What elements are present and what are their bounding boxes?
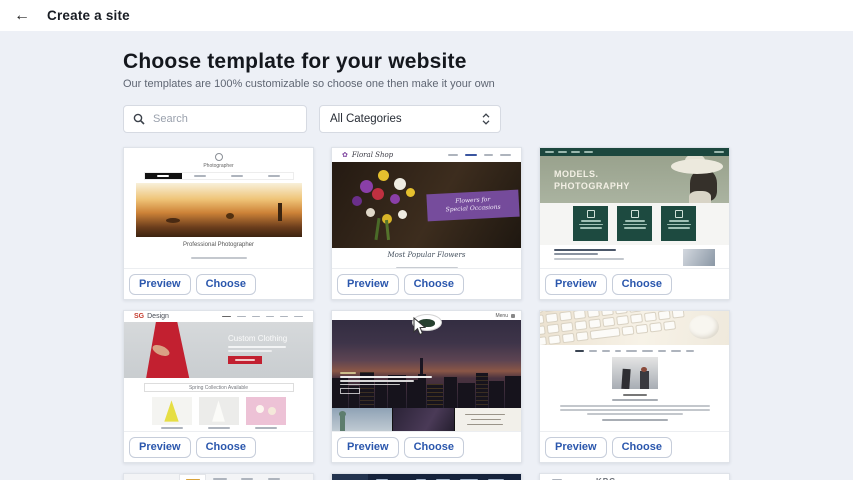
thumb-logo-badge (412, 314, 442, 331)
template-thumbnail[interactable]: Photographer Professional Photographer (124, 148, 313, 269)
search-input[interactable] (153, 113, 297, 125)
template-card-models-photography: MODELS. PHOTOGRAPHY (539, 147, 730, 300)
template-thumbnail[interactable]: MODELS. PHOTOGRAPHY (540, 148, 729, 269)
category-dropdown[interactable]: All Categories (319, 105, 501, 133)
thumb-office-photo (612, 357, 658, 389)
thumb-menu-label: Menu (495, 313, 508, 319)
topbar: ← Create a site (0, 0, 853, 31)
template-card-partial-kpg: KPG (539, 473, 730, 480)
thumb-hero-photo (540, 311, 729, 345)
preview-button[interactable]: Preview (129, 274, 191, 295)
thumb-nav (332, 474, 521, 480)
thumb-headline: Professional Photographer (124, 242, 313, 248)
template-thumbnail[interactable]: SG Design Custom Clothing (124, 311, 313, 432)
thumb-copy (540, 394, 729, 421)
thumb-logo-text: Photographer (124, 163, 313, 169)
thumb-brand: Floral Shop (352, 151, 393, 159)
choose-button[interactable]: Choose (612, 274, 672, 295)
thumb-feature-cards (540, 203, 729, 245)
thumb-nav (540, 148, 729, 156)
template-card-partial-navy (331, 473, 522, 480)
template-card-partial-tabs (123, 473, 314, 480)
thumb-tab-bar (124, 474, 313, 480)
thumb-nav (540, 350, 729, 352)
flower-logo-icon: ✿ (342, 152, 348, 159)
template-grid: Photographer Professional Photographer (123, 147, 731, 480)
thumb-hero-photo: Custom Clothing (124, 322, 313, 378)
chevron-up-down-icon (482, 113, 490, 125)
card-actions: Preview Choose (540, 432, 729, 462)
thumb-hero-photo (332, 320, 521, 408)
card-actions: Preview Choose (332, 269, 521, 299)
template-thumbnail[interactable] (124, 474, 313, 480)
template-card-consulting: Preview Choose (539, 310, 730, 463)
preview-button[interactable]: Preview (545, 437, 607, 458)
preview-button[interactable]: Preview (337, 274, 399, 295)
thumb-footer (540, 245, 729, 269)
back-arrow-icon[interactable]: ← (11, 5, 33, 27)
choose-button[interactable]: Choose (612, 437, 672, 458)
template-thumbnail[interactable]: KPG (540, 474, 729, 480)
thumb-nav (222, 316, 303, 318)
thumb-banner: Spring Collection Available (144, 383, 294, 392)
subheading: Our templates are 100% customizable so c… (123, 78, 853, 90)
template-card-sg-design: SG Design Custom Clothing (123, 310, 314, 463)
choose-button[interactable]: Choose (404, 274, 464, 295)
mouse-photo-shape (689, 315, 719, 339)
preview-button[interactable]: Preview (337, 437, 399, 458)
thumb-nav (144, 172, 294, 180)
thumb-brand-accent: SG (134, 313, 144, 320)
template-thumbnail[interactable]: Menu (332, 311, 521, 432)
filter-row: All Categories (123, 105, 853, 133)
thumb-headline: MODELS. PHOTOGRAPHY (554, 169, 630, 192)
thumb-ribbon: Flowers for Special Occasions (426, 190, 519, 222)
search-icon (133, 113, 145, 125)
thumb-nav (448, 154, 511, 156)
card-actions: Preview Choose (540, 269, 729, 299)
card-actions: Preview Choose (124, 269, 313, 299)
thumb-footer-headline: Most Popular Flowers (332, 251, 521, 259)
logo-circle-icon (215, 153, 223, 161)
thumb-copy (340, 370, 432, 394)
template-thumbnail[interactable] (540, 311, 729, 432)
thumb-hero-photo (136, 183, 302, 237)
template-thumbnail[interactable]: ✿ Floral Shop (332, 148, 521, 269)
template-thumbnail[interactable] (332, 474, 521, 480)
thumb-hero-photo: Flowers for Special Occasions (332, 162, 521, 248)
template-card-floral-shop: ✿ Floral Shop (331, 147, 522, 300)
choose-button[interactable]: Choose (196, 437, 256, 458)
choose-button[interactable]: Choose (404, 437, 464, 458)
main-content: Choose template for your website Our tem… (0, 31, 853, 480)
preview-button[interactable]: Preview (545, 274, 607, 295)
thumb-brand: Design (147, 313, 169, 320)
thumb-headline: Custom Clothing (228, 334, 287, 343)
preview-button[interactable]: Preview (129, 437, 191, 458)
choose-button[interactable]: Choose (196, 274, 256, 295)
page-title: Create a site (47, 8, 130, 23)
thumb-hero-photo: MODELS. PHOTOGRAPHY (540, 156, 729, 203)
search-box[interactable] (123, 105, 307, 133)
heading: Choose template for your website (123, 31, 853, 74)
thumb-products (124, 397, 313, 429)
card-actions: Preview Choose (124, 432, 313, 462)
template-card-photographer: Photographer Professional Photographer (123, 147, 314, 300)
thumb-gallery-row (332, 408, 521, 432)
card-actions: Preview Choose (332, 432, 521, 462)
category-selected-value: All Categories (330, 113, 402, 125)
template-card-city: Menu (331, 310, 522, 463)
